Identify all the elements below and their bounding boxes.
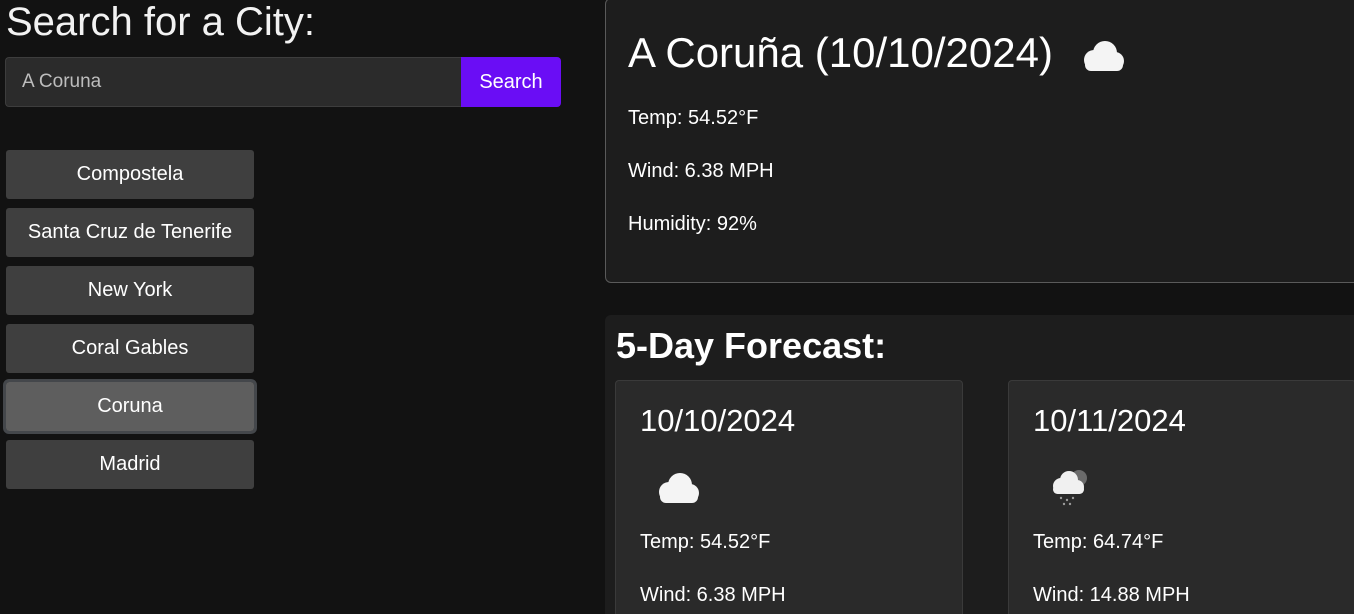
history-item-santa-cruz-de-tenerife[interactable]: Santa Cruz de Tenerife	[6, 208, 254, 257]
current-temp: Temp: 54.52°F	[628, 107, 759, 129]
forecast-section: 5-Day Forecast: 10/10/2024 Temp: 54.52°F…	[605, 315, 1354, 614]
forecast-temp: Temp: 64.74°F	[1033, 531, 1164, 553]
history-item-madrid[interactable]: Madrid	[6, 440, 254, 489]
forecast-heading: 5-Day Forecast:	[616, 325, 887, 366]
search-history-list: Compostela Santa Cruz de Tenerife New Yo…	[3, 150, 257, 498]
forecast-date: 10/10/2024	[640, 403, 796, 438]
history-item-coruna[interactable]: Coruna	[3, 379, 257, 434]
forecast-card: 10/10/2024 Temp: 54.52°F Wind: 6.38 MPH	[615, 380, 963, 614]
search-button[interactable]: Search	[461, 57, 561, 107]
current-city-date: A Coruña (10/10/2024)	[628, 29, 1053, 76]
cloud-rain-icon	[1047, 467, 1093, 507]
forecast-wind: Wind: 6.38 MPH	[640, 584, 786, 606]
forecast-card: 10/11/2024 Temp: 64.74°F Wind: 14.88 MPH	[1008, 380, 1354, 614]
search-form: Search	[5, 57, 561, 107]
current-weather-title: A Coruña (10/10/2024)	[628, 29, 1127, 77]
weather-dashboard: Search for a City: Search Compostela San…	[0, 0, 1354, 614]
current-weather-card: A Coruña (10/10/2024) Temp: 54.52°F Wind…	[605, 0, 1354, 283]
current-humidity: Humidity: 92%	[628, 213, 757, 235]
cloud-icon	[652, 471, 702, 505]
forecast-wind: Wind: 14.88 MPH	[1033, 584, 1190, 606]
forecast-temp: Temp: 54.52°F	[640, 531, 771, 553]
history-item-compostela[interactable]: Compostela	[6, 150, 254, 199]
forecast-date: 10/11/2024	[1033, 403, 1186, 438]
history-item-coral-gables[interactable]: Coral Gables	[6, 324, 254, 373]
city-search-input[interactable]	[5, 57, 461, 107]
search-heading: Search for a City:	[6, 0, 316, 44]
current-wind: Wind: 6.38 MPH	[628, 160, 774, 182]
cloud-icon	[1077, 39, 1127, 73]
history-item-new-york[interactable]: New York	[6, 266, 254, 315]
